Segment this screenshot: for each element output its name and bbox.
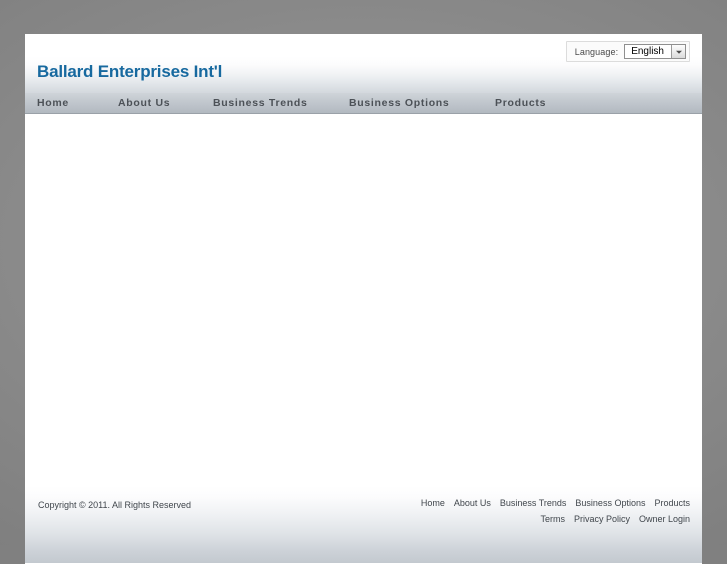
main-navigation: Home About Us Business Trends Business O… [25, 93, 702, 114]
nav-item-products[interactable]: Products [495, 93, 546, 114]
footer-link-owner-login[interactable]: Owner Login [639, 514, 690, 524]
language-label: Language: [574, 46, 619, 57]
site-header: Language: English Ballard Enterprises In… [25, 34, 702, 93]
copyright-text: Copyright © 2011. All Rights Reserved [38, 500, 192, 510]
chevron-down-icon[interactable] [671, 45, 685, 58]
site-title: Ballard Enterprises Int'l [37, 62, 223, 81]
page-container: Language: English Ballard Enterprises In… [25, 34, 702, 564]
nav-item-business-options[interactable]: Business Options [349, 93, 495, 114]
footer-link-terms[interactable]: Terms [540, 514, 565, 524]
main-content-area [25, 114, 702, 486]
nav-item-home[interactable]: Home [37, 93, 118, 114]
footer-link-home[interactable]: Home [421, 498, 445, 508]
nav-item-about-us[interactable]: About Us [118, 93, 213, 114]
footer-link-privacy-policy[interactable]: Privacy Policy [574, 514, 630, 524]
language-select-value: English [625, 45, 671, 58]
nav-item-business-trends[interactable]: Business Trends [213, 93, 349, 114]
footer-links-row-primary: Home About Us Business Trends Business O… [421, 498, 690, 508]
footer-link-about-us[interactable]: About Us [454, 498, 491, 508]
footer-link-business-options[interactable]: Business Options [575, 498, 645, 508]
footer-links-row-secondary: Terms Privacy Policy Owner Login [421, 514, 690, 524]
language-selector[interactable]: Language: English [565, 41, 690, 62]
language-select[interactable]: English [624, 44, 686, 59]
site-footer: Copyright © 2011. All Rights Reserved Ho… [25, 486, 702, 563]
footer-link-products[interactable]: Products [654, 498, 690, 508]
footer-links: Home About Us Business Trends Business O… [421, 498, 690, 530]
footer-link-business-trends[interactable]: Business Trends [500, 498, 567, 508]
